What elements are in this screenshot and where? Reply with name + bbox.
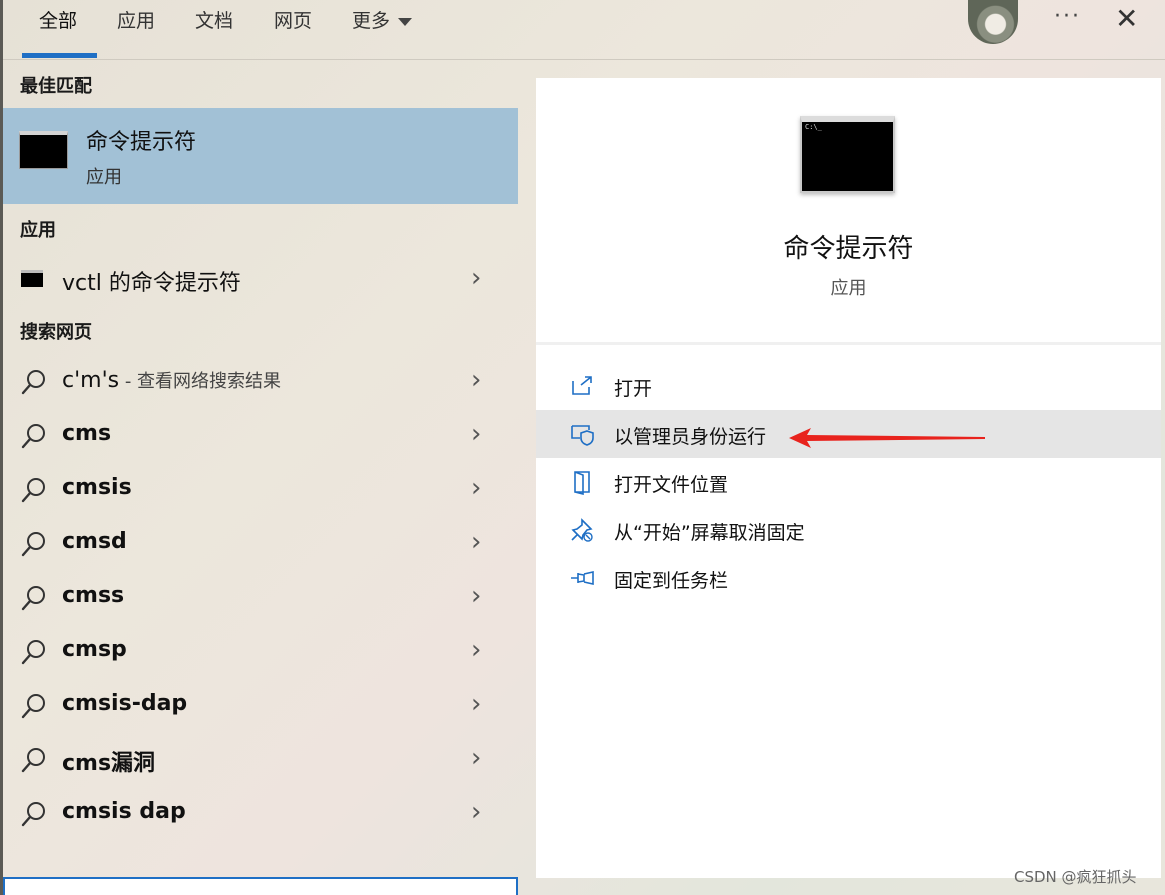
action-label: 固定到任务栏 bbox=[614, 570, 729, 592]
list-item[interactable]: cmsd › bbox=[3, 517, 518, 571]
chevron-right-icon[interactable]: › bbox=[471, 527, 481, 557]
close-icon[interactable]: ✕ bbox=[1115, 2, 1138, 36]
watermark: CSDN @疯狂抓头 bbox=[1014, 868, 1137, 886]
chevron-right-icon[interactable]: › bbox=[471, 473, 481, 503]
detail-title: 命令提示符 bbox=[783, 234, 914, 264]
chevron-right-icon[interactable]: › bbox=[471, 797, 481, 827]
search-icon bbox=[19, 799, 49, 829]
chevron-right-icon[interactable]: › bbox=[471, 635, 481, 665]
action-label: 以管理员身份运行 bbox=[614, 426, 767, 448]
query-text: cmss bbox=[62, 583, 125, 608]
search-icon bbox=[19, 475, 49, 505]
action-unpin-start[interactable]: 从“开始”屏幕取消固定 bbox=[536, 506, 1161, 554]
list-item[interactable]: cms漏洞 › bbox=[3, 733, 518, 787]
query-text: cmsd bbox=[62, 529, 127, 554]
pin-taskbar-icon bbox=[571, 571, 594, 585]
web-search-heading: 搜索网页 bbox=[20, 322, 92, 343]
app-item-label: vctl 的命令提示符 bbox=[62, 271, 241, 296]
query-text: c'm's bbox=[62, 368, 120, 393]
list-item[interactable]: cmsis › bbox=[3, 463, 518, 517]
apps-heading: 应用 bbox=[20, 220, 56, 241]
query-text: cmsis bbox=[62, 475, 132, 500]
query-text: cmsp bbox=[62, 637, 127, 662]
list-item[interactable]: vctl 的命令提示符 › bbox=[3, 253, 518, 307]
caret-down-icon bbox=[398, 17, 413, 26]
web-suggestion-label: cmsp bbox=[62, 637, 127, 662]
best-match-subtitle: 应用 bbox=[86, 167, 122, 188]
query-suffix: - 查看网络搜索结果 bbox=[119, 371, 282, 392]
web-suggestion-label: cmss bbox=[62, 583, 124, 608]
web-suggestion-label: c'm's - 查看网络搜索结果 bbox=[62, 367, 281, 393]
command-prompt-icon: C:\_ bbox=[800, 116, 895, 193]
chevron-right-icon[interactable]: › bbox=[471, 743, 481, 773]
search-icon bbox=[19, 367, 49, 397]
chevron-right-icon[interactable]: › bbox=[471, 263, 481, 293]
admin-shield-icon bbox=[571, 425, 594, 446]
search-icon bbox=[19, 583, 49, 613]
active-tab-indicator bbox=[22, 53, 97, 58]
search-icon bbox=[19, 529, 49, 559]
query-text: cmsis-dap bbox=[62, 691, 188, 716]
tab-more[interactable]: 更多 bbox=[352, 6, 413, 36]
annotation-arrow bbox=[789, 428, 985, 448]
web-suggestion-label: cmsis dap bbox=[62, 799, 186, 824]
query-text: cms漏洞 bbox=[62, 751, 156, 776]
action-open[interactable]: 打开 bbox=[536, 362, 1161, 410]
divider bbox=[536, 342, 1161, 345]
tab-documents[interactable]: 文档 bbox=[195, 6, 233, 36]
unpin-icon bbox=[571, 518, 593, 542]
query-text: cms bbox=[62, 421, 112, 446]
action-label: 从“开始”屏幕取消固定 bbox=[614, 522, 805, 544]
search-icon bbox=[19, 421, 49, 451]
search-icon bbox=[19, 637, 49, 667]
action-label: 打开文件位置 bbox=[614, 474, 729, 496]
search-icon bbox=[19, 691, 49, 721]
folder-location-icon bbox=[574, 471, 590, 495]
list-item[interactable]: cms › bbox=[3, 409, 518, 463]
query-text: cmsis dap bbox=[62, 799, 186, 824]
chevron-right-icon[interactable]: › bbox=[471, 581, 481, 611]
web-suggestion-label: cms bbox=[62, 421, 111, 446]
detail-subtitle: 应用 bbox=[830, 278, 867, 299]
tab-web[interactable]: 网页 bbox=[274, 6, 312, 36]
chevron-right-icon[interactable]: › bbox=[471, 419, 481, 449]
action-open-file-location[interactable]: 打开文件位置 bbox=[536, 458, 1161, 506]
detail-panel: C:\_ 命令提示符 应用 打开 以管理员身份运行 打开文件位置 从“开始”屏幕… bbox=[536, 78, 1161, 878]
web-suggestion-label: cmsis bbox=[62, 475, 132, 500]
icon-prompt-text: C:\_ bbox=[805, 123, 822, 131]
web-suggestion-label: cmsd bbox=[62, 529, 127, 554]
best-match-title: 命令提示符 bbox=[86, 130, 197, 155]
list-item[interactable]: cmsis-dap › bbox=[3, 679, 518, 733]
open-icon bbox=[572, 376, 592, 395]
web-suggestion-label: cms漏洞 bbox=[62, 745, 155, 777]
command-prompt-icon bbox=[19, 131, 68, 169]
tab-more-label: 更多 bbox=[352, 10, 391, 32]
search-icon bbox=[19, 745, 49, 775]
ellipsis-icon[interactable]: ··· bbox=[1054, 4, 1081, 29]
avatar[interactable] bbox=[968, 0, 1018, 44]
web-suggestion-label: cmsis-dap bbox=[62, 691, 187, 716]
action-label: 打开 bbox=[614, 378, 653, 400]
search-tab-bar: 全部 应用 文档 网页 更多 ··· ✕ bbox=[0, 0, 1165, 60]
command-prompt-icon bbox=[21, 270, 43, 287]
tab-all[interactable]: 全部 bbox=[39, 6, 77, 36]
chevron-right-icon[interactable]: › bbox=[471, 365, 481, 395]
list-item[interactable]: cmss › bbox=[3, 571, 518, 625]
tab-apps[interactable]: 应用 bbox=[117, 6, 155, 36]
action-pin-taskbar[interactable]: 固定到任务栏 bbox=[536, 554, 1161, 602]
search-input[interactable] bbox=[3, 877, 518, 895]
list-item[interactable]: cmsis dap › bbox=[3, 787, 518, 841]
chevron-right-icon[interactable]: › bbox=[471, 689, 481, 719]
list-item[interactable]: c'm's - 查看网络搜索结果 › bbox=[3, 355, 518, 409]
list-item[interactable]: cmsp › bbox=[3, 625, 518, 679]
best-match-item[interactable] bbox=[3, 108, 518, 204]
best-match-heading: 最佳匹配 bbox=[20, 76, 92, 97]
